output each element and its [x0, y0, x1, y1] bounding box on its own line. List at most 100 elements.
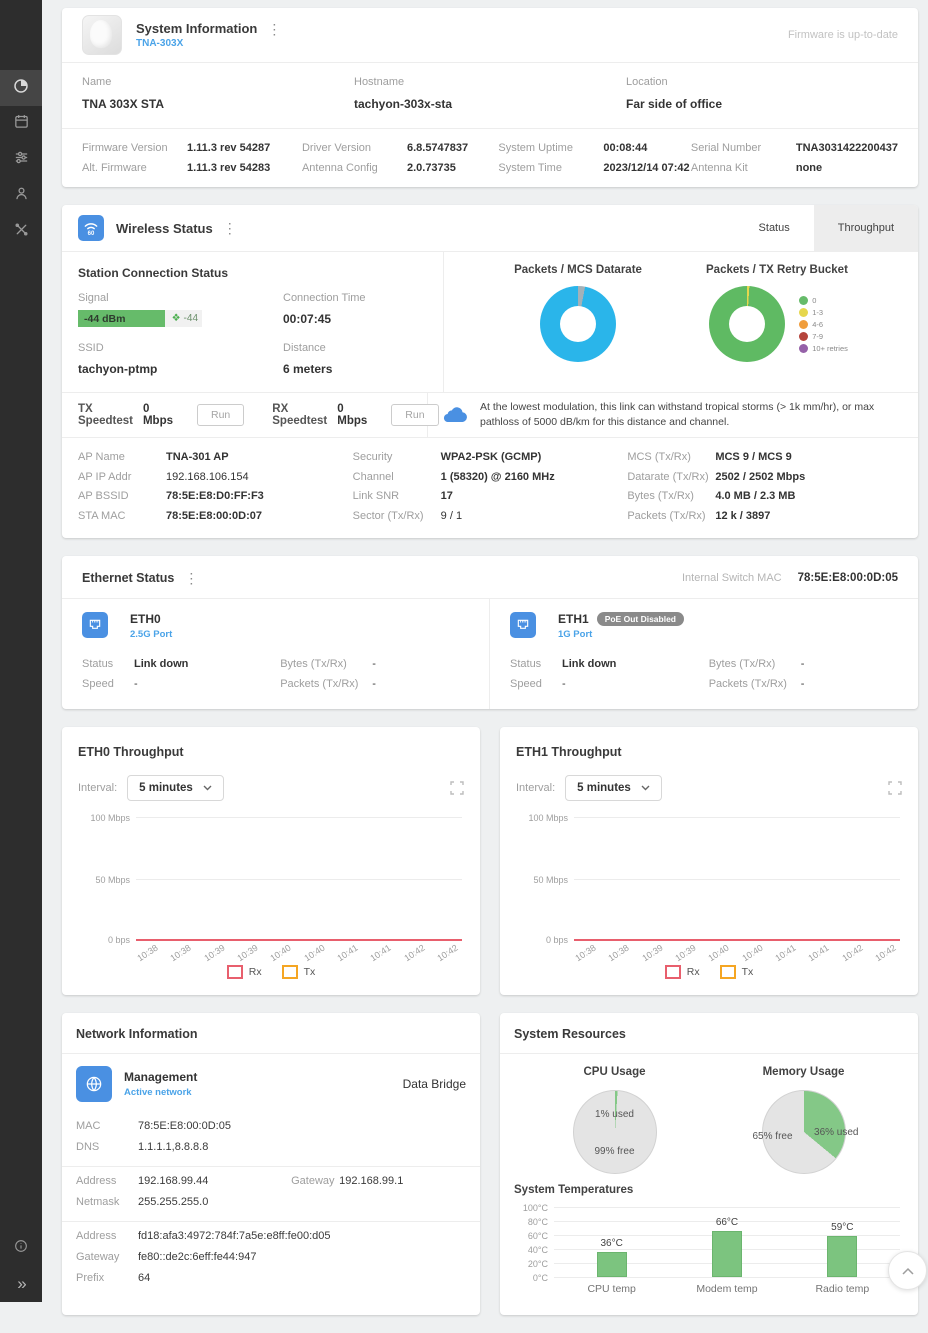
fullscreen-icon[interactable]: [450, 781, 464, 795]
field-label: Name: [82, 76, 354, 88]
detail-row: Sector (Tx/Rx)9 / 1: [353, 507, 628, 527]
interval-select[interactable]: 5 minutes: [127, 775, 224, 801]
legend-dot: [799, 332, 808, 341]
wifi-60-icon: 60: [78, 215, 104, 241]
cpu-used-label: 1% used: [574, 1109, 656, 1120]
globe-icon: [76, 1066, 112, 1102]
eth0-panel: ETH0 2.5G Port StatusLink down Bytes (Tx…: [62, 599, 490, 709]
detail-row: Prefix64: [76, 1268, 466, 1289]
field-label: Hostname: [354, 76, 626, 88]
cpu-usage-title: CPU Usage: [535, 1066, 695, 1078]
tab-status[interactable]: Status: [735, 205, 814, 251]
bar-value-label: 66°C: [716, 1217, 738, 1228]
port-speed-link[interactable]: 1G Port: [558, 629, 684, 640]
system-information-card: System Information ⋮ TNA-303X Firmware i…: [62, 8, 918, 187]
sidebar-item-setup[interactable]: [0, 106, 42, 142]
tools-icon: [13, 221, 30, 243]
sidebar-item-dashboard[interactable]: [0, 70, 42, 106]
model-link[interactable]: TNA-303X: [136, 38, 281, 49]
legend-label: Tx: [742, 966, 754, 978]
cpu-usage-pie: 1% used 99% free: [573, 1090, 657, 1174]
detail-row: Gateway192.168.99.1: [291, 1171, 466, 1192]
field-value: TNA 303X STA: [82, 97, 164, 111]
sidebar-item-tools[interactable]: [0, 214, 42, 250]
cpu-free-label: 99% free: [574, 1146, 656, 1157]
y-axis-tick: 0 bps: [80, 935, 130, 945]
memory-usage-title: Memory Usage: [724, 1066, 884, 1078]
detail-row: Bytes (Tx/Rx)-: [280, 654, 469, 674]
poe-status-badge: PoE Out Disabled: [597, 612, 684, 626]
double-chevron-icon: »: [17, 1274, 24, 1294]
detail-row: Packets (Tx/Rx)-: [280, 674, 469, 694]
detail-row: Bytes (Tx/Rx)4.0 MB / 2.3 MB: [627, 487, 902, 507]
system-info-title: System Information: [136, 21, 257, 36]
detail-row: StatusLink down: [510, 654, 709, 674]
detail-row: Firmware Version1.11.3 rev 54287: [82, 138, 302, 158]
detail-row: Alt. Firmware1.11.3 rev 54283: [82, 158, 302, 178]
signal-quality-icon: ❖: [172, 314, 181, 324]
legend-label: Rx: [249, 966, 262, 978]
legend-label: 7-9: [812, 332, 823, 341]
interface-name: Management: [124, 1070, 197, 1084]
wireless-menu-icon[interactable]: ⋮: [223, 221, 237, 235]
y-axis-tick: 80°C: [514, 1217, 548, 1227]
info-icon: [13, 1238, 29, 1259]
sidebar-expand-button[interactable]: »: [0, 1270, 42, 1298]
wireless-details-col1: AP NameTNA-301 AP AP IP Addr192.168.106.…: [78, 448, 353, 526]
scroll-to-top-button[interactable]: [888, 1251, 927, 1290]
rx-series-line: [574, 939, 900, 941]
eth1-throughput-title: ETH1 Throughput: [516, 745, 902, 759]
ap-ip-link[interactable]: 192.168.106.154: [166, 468, 249, 488]
retry-chart-title: Packets / TX Retry Bucket: [706, 264, 848, 276]
ssid-label: SSID: [78, 342, 283, 354]
system-temperatures-title: System Temperatures: [500, 1180, 918, 1196]
chevron-down-icon: [203, 782, 212, 794]
ethernet-port-icon: [510, 612, 536, 638]
detail-row: DNS1.1.1.1,8.8.8.8: [76, 1137, 466, 1158]
detail-row: Address192.168.99.44: [76, 1171, 291, 1192]
legend-label: 0: [812, 296, 816, 305]
sidebar-item-admin[interactable]: [0, 178, 42, 214]
ethernet-status-title: Ethernet Status: [82, 571, 174, 585]
sidebar-item-preferences[interactable]: [0, 142, 42, 178]
wireless-status-card: 60 Wireless Status ⋮ Status Throughput S…: [62, 205, 918, 538]
connection-time-label: Connection Time: [283, 292, 443, 304]
fullscreen-icon[interactable]: [888, 781, 902, 795]
detail-row: Link SNR17: [353, 487, 628, 507]
active-network-link[interactable]: Active network: [124, 1087, 197, 1098]
sector-link[interactable]: 9 / 1: [441, 507, 462, 527]
y-axis-tick: 50 Mbps: [518, 875, 568, 885]
sidebar-about-button[interactable]: [0, 1234, 42, 1262]
interval-label: Interval:: [78, 782, 117, 794]
eth0-chart-plot: 100 Mbps 50 Mbps 0 bps: [78, 817, 464, 941]
mcs-chart-title: Packets / MCS Datarate: [514, 264, 642, 276]
system-resources-card: System Resources CPU Usage 1% used 99% f…: [500, 1013, 918, 1315]
bridge-mode: Data Bridge: [403, 1077, 466, 1091]
cpu-temp-bar: [597, 1252, 627, 1277]
detail-row: Packets (Tx/Rx)-: [709, 674, 898, 694]
detail-row: MAC78:5E:E8:00:0D:05: [76, 1116, 466, 1137]
interval-select[interactable]: 5 minutes: [565, 775, 662, 801]
chevron-up-icon: [902, 1262, 914, 1280]
signal-value: -44 dBm: [78, 313, 125, 325]
detail-row: System Time2023/12/14 07:42: [498, 158, 690, 178]
system-info-menu-icon[interactable]: ⋮: [267, 22, 281, 36]
field-value: Far side of office: [626, 97, 722, 111]
interval-value: 5 minutes: [139, 782, 193, 794]
legend-dot: [799, 320, 808, 329]
memory-used-label: 36% used: [814, 1127, 858, 1138]
mcs-donut: [540, 286, 616, 362]
bar-value-label: 59°C: [831, 1222, 853, 1233]
rx-speedtest-value: 0 Mbps: [337, 403, 367, 427]
main-content: System Information ⋮ TNA-303X Firmware i…: [42, 0, 928, 1333]
legend-label: Rx: [687, 966, 700, 978]
field-label: Location: [626, 76, 898, 88]
tx-speedtest-run-button[interactable]: Run: [197, 404, 244, 426]
rx-legend-swatch: [665, 965, 681, 979]
ethernet-menu-icon[interactable]: ⋮: [184, 571, 198, 585]
eth1-throughput-card: ETH1 Throughput Interval: 5 minutes 100 …: [500, 727, 918, 995]
wireless-status-title: Wireless Status: [116, 221, 213, 236]
legend-label: Tx: [304, 966, 316, 978]
tab-throughput[interactable]: Throughput: [814, 205, 918, 251]
port-speed-link[interactable]: 2.5G Port: [130, 629, 172, 640]
